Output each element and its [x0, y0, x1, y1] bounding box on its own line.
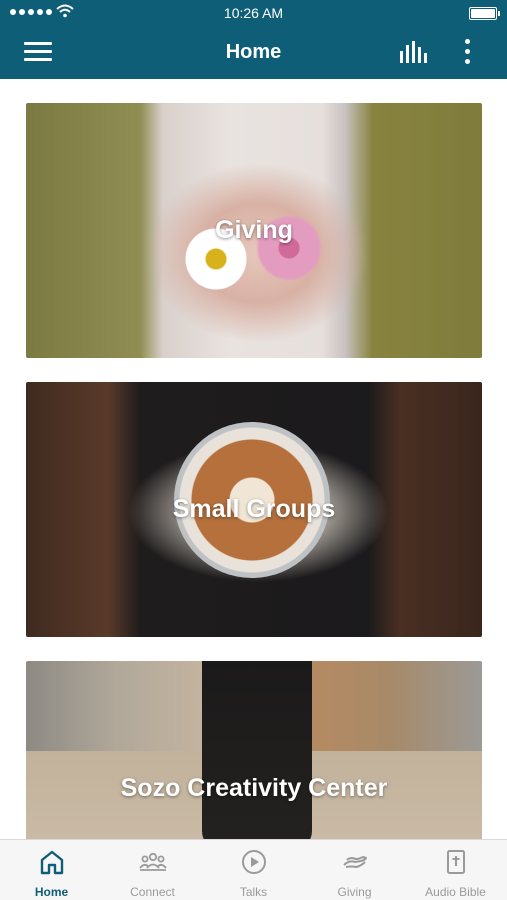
card-title: Sozo Creativity Center — [120, 774, 388, 802]
bible-icon — [447, 850, 465, 874]
tab-giving[interactable]: Giving — [304, 840, 405, 900]
tab-home[interactable]: Home — [1, 840, 102, 900]
tab-label: Talks — [239, 885, 268, 899]
equalizer-icon[interactable] — [400, 41, 430, 63]
tab-connect[interactable]: Connect — [102, 840, 203, 900]
bottom-tab-bar: Home Connect Talks Giving Audio Bible — [0, 839, 507, 900]
tab-label: Audio Bible — [425, 885, 486, 899]
home-feed: Giving Small Groups Sozo Creativity Cent… — [0, 79, 507, 839]
home-icon — [40, 850, 64, 875]
battery-icon — [469, 7, 500, 20]
giving-hand-icon — [343, 856, 367, 869]
more-options-icon[interactable] — [462, 39, 472, 65]
card-title: Small Groups — [172, 495, 336, 523]
card-title: Giving — [215, 216, 293, 244]
tab-talks[interactable]: Talks — [203, 840, 304, 900]
giving-card[interactable]: Giving — [26, 103, 482, 358]
app-screen: 10:26 AM Home Giving Small Groups Sozo C… — [0, 0, 507, 900]
app-header: Home — [0, 26, 507, 79]
small-groups-card[interactable]: Small Groups — [26, 382, 482, 637]
status-time: 10:26 AM — [223, 5, 284, 21]
sozo-creativity-center-card[interactable]: Sozo Creativity Center — [26, 661, 482, 839]
tab-label: Giving — [337, 885, 372, 899]
person-image — [202, 661, 312, 839]
play-circle-icon — [242, 850, 266, 874]
tab-label: Connect — [130, 885, 175, 899]
tab-audio-bible[interactable]: Audio Bible — [405, 840, 506, 900]
status-bar: 10:26 AM — [0, 0, 507, 26]
tab-label: Home — [34, 885, 69, 899]
people-icon — [139, 852, 167, 871]
page-title: Home — [225, 41, 282, 63]
